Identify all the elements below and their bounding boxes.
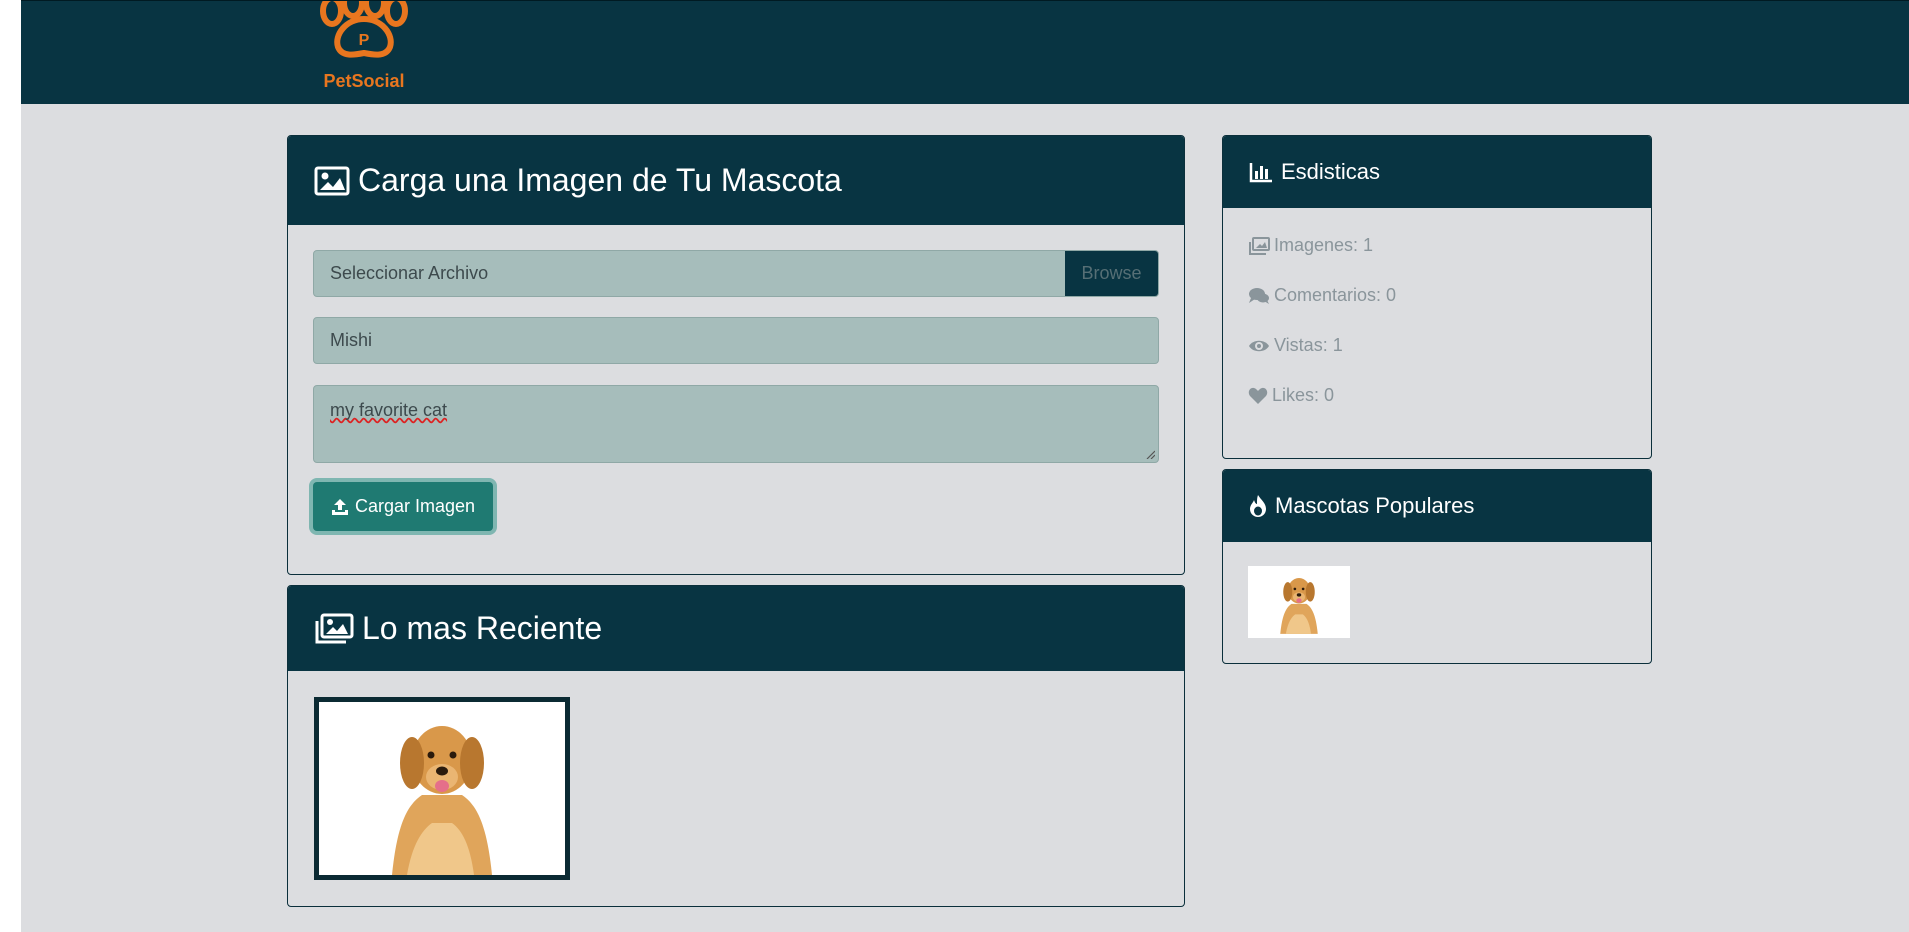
- stats-card-header: Esdisticas: [1223, 136, 1651, 208]
- stat-comments: Comentarios: 0: [1248, 285, 1396, 306]
- golden-retriever-photo: [1280, 578, 1318, 634]
- popular-image-thumbnail[interactable]: [1248, 566, 1350, 638]
- stats-card-title: Esdisticas: [1281, 159, 1381, 184]
- description-text: my favorite cat: [330, 400, 448, 420]
- comments-icon: [1248, 287, 1270, 305]
- stat-images: Imagenes: 1: [1248, 235, 1373, 256]
- pet-name-input[interactable]: Mishi: [313, 317, 1159, 364]
- file-input[interactable]: Seleccionar Archivo Browse: [313, 250, 1159, 297]
- upload-icon: [331, 498, 349, 516]
- resize-grip-icon[interactable]: [1145, 449, 1155, 459]
- navbar: P PetSocial: [21, 0, 1909, 104]
- upload-image-button-label: Cargar Imagen: [354, 496, 476, 516]
- fire-icon: [1249, 494, 1267, 518]
- page: P PetSocial Carga una Imagen de Tu Masco…: [21, 0, 1909, 932]
- stat-likes-label: Likes: 0: [1272, 385, 1335, 405]
- stat-views-label: Vistas: 1: [1274, 335, 1343, 355]
- image-icon: [314, 166, 350, 196]
- popular-card-header: Mascotas Populares: [1223, 470, 1651, 542]
- bar-chart-icon: [1249, 161, 1273, 183]
- popular-card-title: Mascotas Populares: [1275, 493, 1475, 518]
- recent-card-title: Lo mas Reciente: [362, 610, 603, 646]
- stat-images-label: Imagenes: 1: [1274, 235, 1374, 255]
- stat-comments-label: Comentarios: 0: [1274, 285, 1397, 305]
- svg-text:P: P: [359, 32, 370, 49]
- popular-card: Mascotas Populares: [1222, 469, 1652, 664]
- browse-button[interactable]: Browse: [1065, 251, 1158, 296]
- recent-card: Lo mas Reciente: [287, 585, 1185, 907]
- stats-card: Esdisticas Imagenes: 1 Comentarios: 0 Vi…: [1222, 135, 1652, 459]
- file-input-placeholder: Seleccionar Archivo: [330, 263, 489, 283]
- upload-card-header: Carga una Imagen de Tu Mascota: [288, 136, 1184, 225]
- eye-icon: [1248, 338, 1270, 354]
- brand-logo[interactable]: P PetSocial: [314, 0, 414, 96]
- brand-name: PetSocial: [323, 71, 405, 91]
- stat-views: Vistas: 1: [1248, 335, 1343, 356]
- upload-card-title: Carga una Imagen de Tu Mascota: [358, 162, 842, 198]
- heart-icon: [1248, 387, 1268, 405]
- images-icon: [314, 613, 354, 645]
- stat-likes: Likes: 0: [1248, 385, 1334, 406]
- recent-card-header: Lo mas Reciente: [288, 586, 1184, 671]
- paw-logo-icon: P: [320, 0, 408, 58]
- upload-image-button[interactable]: Cargar Imagen: [313, 482, 493, 531]
- upload-card: Carga una Imagen de Tu Mascota Seleccion…: [287, 135, 1185, 575]
- golden-retriever-photo: [319, 702, 565, 875]
- recent-image-thumbnail[interactable]: [314, 697, 570, 880]
- description-textarea[interactable]: my favorite cat: [313, 385, 1159, 463]
- images-icon: [1248, 236, 1270, 255]
